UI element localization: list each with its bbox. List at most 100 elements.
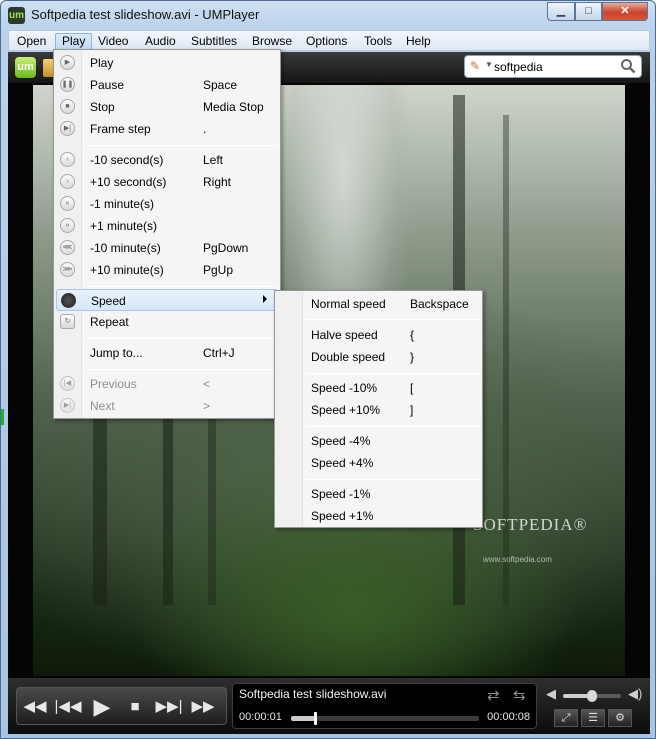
repeat-icon: ↻ — [60, 314, 75, 329]
play-menu-item-pause[interactable]: ❚❚ Pause Space — [56, 74, 278, 96]
menu-item-shortcut: [ — [410, 381, 414, 395]
menu-item-shortcut: Right — [203, 175, 232, 189]
play-menu-item-frame-step[interactable]: ▶| Frame step . — [56, 118, 278, 140]
fullscreen-button[interactable]: ⤢ — [554, 709, 578, 727]
menu-item-shortcut: Left — [203, 153, 224, 167]
forward-small-icon: › — [60, 174, 75, 189]
menu-item-shortcut: Space — [203, 78, 238, 92]
menu-separator — [305, 479, 480, 480]
title-bar[interactable]: um Softpedia test slideshow.avi - UMPlay… — [1, 1, 655, 30]
menu-help[interactable]: Help — [400, 33, 437, 50]
menu-item-shortcut: Ctrl+J — [203, 346, 235, 360]
menu-item-label: Normal speed — [311, 297, 386, 311]
submenu-arrow-icon — [263, 295, 267, 303]
play-menu-item-back-1m[interactable]: « -1 minute(s) — [56, 193, 278, 215]
minimize-button[interactable]: ▁ — [547, 2, 575, 21]
menu-item-label: Speed +10% — [311, 403, 381, 417]
search-input[interactable] — [494, 58, 614, 75]
menu-item-label: Stop — [90, 100, 115, 114]
menu-item-label: Next — [90, 399, 115, 413]
play-menu-item-back-10s[interactable]: ‹ -10 second(s) Left — [56, 149, 278, 171]
rewind-button[interactable]: ◀◀ — [21, 693, 49, 721]
stop-button[interactable]: ■ — [121, 693, 149, 721]
menu-separator — [84, 286, 278, 287]
play-menu-item-repeat[interactable]: ↻ Repeat — [56, 311, 278, 333]
seek-handle[interactable] — [313, 712, 317, 725]
stop-icon: ■ — [60, 99, 75, 114]
play-menu-item-speed[interactable]: Speed — [56, 289, 278, 311]
menu-subtitles[interactable]: Subtitles — [185, 33, 243, 50]
speed-menu-item-plus-10[interactable]: Speed +10% ] — [277, 399, 480, 421]
play-icon: ▶ — [60, 55, 75, 70]
softpedia-watermark: SOFTPEDIA® — [473, 515, 588, 534]
play-menu-item-jump-to[interactable]: Jump to... Ctrl+J — [56, 342, 278, 364]
menu-item-label: Play — [90, 56, 114, 70]
repeat-icon[interactable]: ⇆ — [513, 686, 526, 704]
play-menu-item-next[interactable]: ▶| Next > — [56, 395, 278, 417]
next-button[interactable]: ▶▶| — [155, 693, 183, 721]
now-playing-title: Softpedia test slideshow.avi — [239, 687, 387, 701]
menu-browse[interactable]: Browse — [246, 33, 298, 50]
play-menu-item-stop[interactable]: ■ Stop Media Stop — [56, 96, 278, 118]
speed-menu-item-minus-10[interactable]: Speed -10% [ — [277, 377, 480, 399]
previous-button[interactable]: |◀◀ — [54, 693, 82, 721]
mute-icon[interactable]: ◀ — [546, 686, 556, 702]
speed-menu-item-minus-1[interactable]: Speed -1% — [277, 483, 480, 505]
play-menu-item-forward-10s[interactable]: › +10 second(s) Right — [56, 171, 278, 193]
menu-item-label: -10 second(s) — [90, 153, 164, 167]
umplayer-app-icon[interactable]: um — [8, 7, 25, 24]
menu-item-label: Previous — [90, 377, 137, 391]
menu-separator — [305, 426, 480, 427]
forward-large-icon: ⋙ — [60, 262, 75, 277]
play-menu-item-previous[interactable]: |◀ Previous < — [56, 373, 278, 395]
now-playing-panel: Softpedia test slideshow.avi 00:00:01 00… — [232, 683, 537, 729]
shuffle-icon[interactable]: ⇄ — [487, 686, 500, 704]
playlist-button[interactable]: ☰ — [581, 709, 605, 727]
pause-icon: ❚❚ — [60, 77, 75, 92]
menu-options[interactable]: Options — [300, 33, 353, 50]
menu-item-shortcut: > — [203, 399, 211, 413]
umplayer-logo-icon[interactable]: um — [15, 57, 36, 78]
next-icon: ▶| — [60, 398, 75, 413]
menu-item-label: Jump to... — [90, 346, 143, 360]
close-button[interactable]: ✕ — [602, 2, 648, 21]
menu-tools[interactable]: Tools — [358, 33, 398, 50]
search-icon[interactable] — [620, 58, 636, 74]
rewind-large-icon: ⋘ — [60, 240, 75, 255]
chevron-down-icon[interactable]: ▼ — [485, 60, 493, 69]
menu-open[interactable]: Open — [11, 33, 52, 50]
play-button[interactable]: ▶ — [88, 693, 116, 721]
speed-menu-item-plus-4[interactable]: Speed +4% — [277, 452, 480, 474]
volume-max-icon[interactable]: ◀) — [628, 686, 642, 702]
speed-menu-item-normal[interactable]: Normal speed Backspace — [277, 293, 480, 315]
seek-progress — [291, 716, 315, 721]
menu-item-shortcut: { — [410, 328, 415, 342]
menu-item-label: Speed -4% — [311, 434, 371, 448]
forward-button[interactable]: ▶▶ — [189, 693, 217, 721]
speed-menu-item-halve[interactable]: Halve speed { — [277, 324, 480, 346]
speed-menu-item-double[interactable]: Double speed } — [277, 346, 480, 368]
menu-separator — [305, 319, 480, 320]
search-engine-icon[interactable]: ✎ — [470, 59, 480, 73]
play-menu-item-forward-10m[interactable]: ⋙ +10 minute(s) PgUp — [56, 259, 278, 281]
volume-slider[interactable] — [563, 690, 621, 702]
forward-icon: » — [60, 218, 75, 233]
menu-item-shortcut: PgDown — [203, 241, 249, 255]
menu-item-label: +10 minute(s) — [90, 263, 164, 277]
speed-menu-item-plus-1[interactable]: Speed +1% — [277, 505, 480, 527]
play-menu: ▶ Play ❚❚ Pause Space ■ Stop Media Stop … — [53, 49, 281, 419]
maximize-button[interactable]: □ — [575, 2, 602, 21]
menu-item-label: +1 minute(s) — [90, 219, 158, 233]
play-menu-item-back-10m[interactable]: ⋘ -10 minute(s) PgDown — [56, 237, 278, 259]
seek-bar[interactable] — [291, 712, 479, 725]
rewind-small-icon: ‹ — [60, 152, 75, 167]
play-menu-item-forward-1m[interactable]: » +1 minute(s) — [56, 215, 278, 237]
menu-play[interactable]: Play — [55, 33, 93, 50]
play-menu-item-play[interactable]: ▶ Play — [56, 52, 278, 74]
menu-video[interactable]: Video — [92, 33, 134, 50]
menu-item-label: Speed +4% — [311, 456, 374, 470]
speed-menu-item-minus-4[interactable]: Speed -4% — [277, 430, 480, 452]
menu-audio[interactable]: Audio — [139, 33, 182, 50]
equalizer-button[interactable]: ⚙ — [608, 709, 632, 727]
volume-handle[interactable] — [587, 690, 597, 702]
